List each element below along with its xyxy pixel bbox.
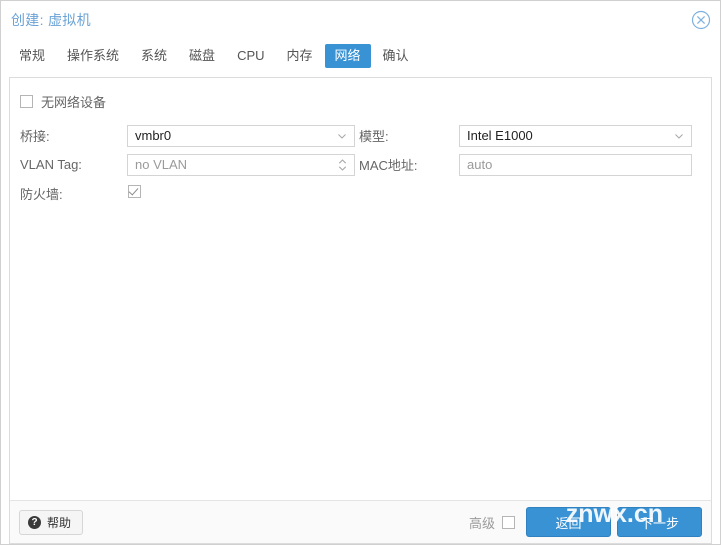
advanced-label: 高级 (468, 515, 495, 531)
tab-general[interactable]: 常规 (9, 44, 55, 68)
firewall-label: 防火墙: (20, 187, 63, 202)
tab-cpu[interactable]: CPU (227, 44, 274, 68)
spinner-updown-icon[interactable] (338, 158, 347, 172)
tab-network[interactable]: 网络 (324, 44, 371, 68)
wizard-tabs: 常规 操作系统 系统 磁盘 CPU 内存 网络 确认 (1, 39, 720, 73)
tab-system[interactable]: 系统 (131, 44, 177, 68)
next-button[interactable]: 下一步 (617, 507, 702, 537)
mac-address-input[interactable]: auto (459, 153, 692, 176)
no-network-device-label: 无网络设备 (41, 94, 107, 110)
model-value: Intel E1000 (467, 128, 533, 143)
firewall-checkbox-cell (127, 184, 359, 203)
bridge-select[interactable]: vmbr0 (127, 124, 355, 147)
network-form-panel: 无网络设备 桥接: vmbr0 模型: Intel E1000 VLAN Tag… (9, 77, 712, 500)
dialog-title: 创建: 虚拟机 (11, 12, 91, 28)
network-fields-grid: 桥接: vmbr0 模型: Intel E1000 VLAN Tag: no V… (20, 121, 701, 208)
tab-disks[interactable]: 磁盘 (179, 44, 225, 68)
bridge-value: vmbr0 (135, 128, 172, 143)
vlan-tag-value: no VLAN (135, 157, 188, 172)
tab-confirm[interactable]: 确认 (373, 44, 419, 68)
help-button-label: 帮助 (47, 515, 72, 530)
bridge-label: 桥接: (20, 129, 50, 144)
advanced-checkbox[interactable] (502, 515, 515, 529)
vlan-tag-input[interactable]: no VLAN (127, 153, 355, 176)
dialog-titlebar: 创建: 虚拟机 (1, 1, 720, 39)
footer-actions: 高级 返回 下一步 (469, 507, 702, 537)
back-button[interactable]: 返回 (526, 507, 611, 537)
model-label: 模型: (359, 129, 389, 144)
chevron-down-icon (674, 131, 684, 141)
mac-address-value: auto (467, 157, 493, 172)
chevron-down-icon (337, 131, 347, 141)
help-button[interactable]: ? 帮助 (19, 509, 84, 535)
model-select[interactable]: Intel E1000 (459, 124, 692, 147)
firewall-checkbox[interactable] (128, 184, 141, 198)
mac-address-label: MAC地址: (359, 158, 418, 173)
tab-memory[interactable]: 内存 (277, 44, 323, 68)
no-network-device-checkbox[interactable] (20, 94, 33, 108)
no-network-device-row: 无网络设备 (20, 90, 701, 112)
question-circle-icon: ? (28, 515, 41, 529)
dialog-footer: ? 帮助 高级 返回 下一步 znwx.cn (9, 500, 712, 544)
tab-os[interactable]: 操作系统 (57, 44, 129, 68)
create-vm-dialog: 创建: 虚拟机 常规 操作系统 系统 磁盘 CPU 内存 网络 确认 无网络设备… (0, 0, 721, 545)
close-icon[interactable] (691, 10, 711, 30)
vlan-tag-label: VLAN Tag: (20, 157, 82, 172)
